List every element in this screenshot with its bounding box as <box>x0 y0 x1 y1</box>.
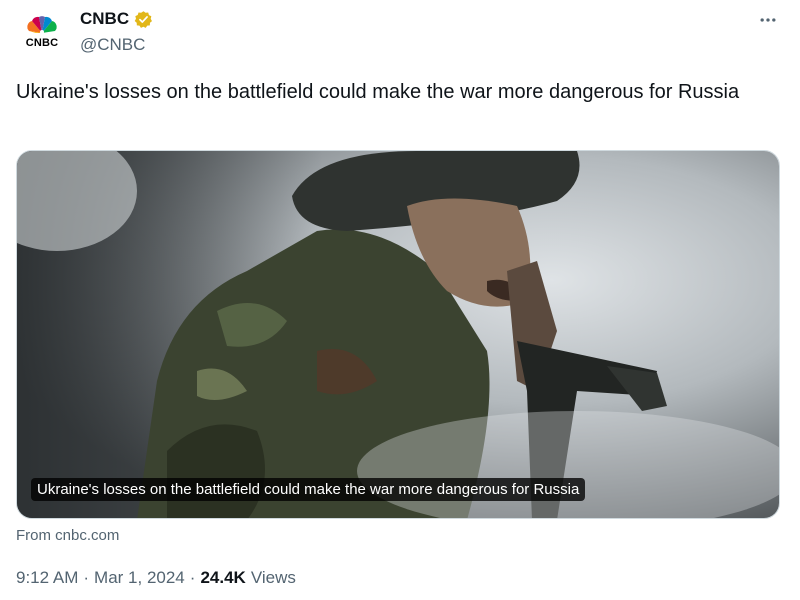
more-options-button[interactable] <box>756 8 780 32</box>
author-name-row[interactable]: CNBC <box>80 9 153 29</box>
tweet-meta: 9:12 AM · Mar 1, 2024 · 24.4K Views <box>16 568 296 588</box>
author-display-name[interactable]: CNBC <box>80 9 129 29</box>
tweet-card: CNBC CNBC @CNBC Ukraine's losses on the … <box>0 0 800 600</box>
views-label: Views <box>250 568 296 587</box>
media-caption: Ukraine's losses on the battlefield coul… <box>31 478 586 501</box>
author-handle[interactable]: @CNBC <box>80 35 145 55</box>
link-card-media[interactable]: Ukraine's losses on the battlefield coul… <box>16 150 780 519</box>
meta-separator: · <box>189 568 196 587</box>
source-link[interactable]: From cnbc.com <box>16 527 119 544</box>
verified-badge-icon <box>134 10 153 29</box>
more-horizontal-icon <box>760 18 776 22</box>
tweet-date[interactable]: Mar 1, 2024 <box>94 568 185 588</box>
avatar[interactable]: CNBC <box>16 9 68 61</box>
tweet-text: Ukraine's losses on the battlefield coul… <box>16 81 740 103</box>
avatar-label: CNBC <box>25 37 59 49</box>
tweet-time[interactable]: 9:12 AM <box>16 568 78 588</box>
nbc-peacock-icon <box>27 16 57 34</box>
views-count[interactable]: 24.4K <box>200 568 245 588</box>
meta-separator: · <box>83 568 90 587</box>
soldier-photo <box>17 151 779 518</box>
